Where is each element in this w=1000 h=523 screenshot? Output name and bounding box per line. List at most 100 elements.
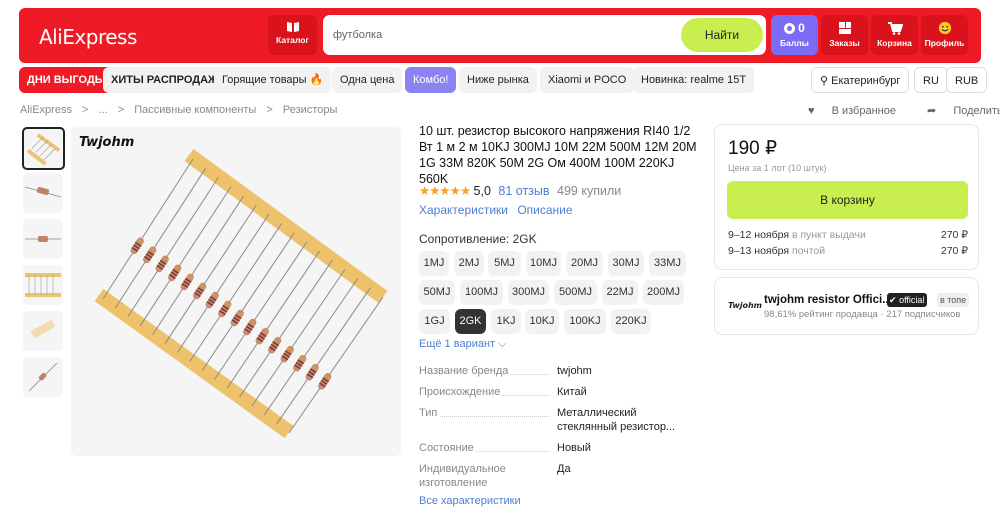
- variant-option[interactable]: 220KJ: [611, 309, 651, 334]
- delivery-method: в пункт выдачи: [791, 229, 866, 241]
- variant-option[interactable]: 1MJ: [419, 251, 449, 276]
- resistor-body: [193, 282, 207, 300]
- smiley-profile-icon: [938, 21, 951, 35]
- nav-chip-xiaomi[interactable]: Xiaomi и POCO: [540, 67, 635, 93]
- breadcrumb-item[interactable]: ...: [99, 104, 108, 116]
- spec-key: Происхождение: [419, 386, 503, 398]
- resistor-body: [130, 237, 144, 255]
- delivery-option[interactable]: 9–12 ноября в пункт выдачи 270 ₽: [728, 229, 968, 241]
- spec-value: Металлический стеклянный резистор...: [557, 407, 676, 433]
- seller-name[interactable]: twjohm resistor Offici...: [764, 294, 892, 306]
- gallery-thumb[interactable]: [23, 173, 63, 213]
- variant-option[interactable]: 33MJ: [649, 251, 686, 276]
- official-badge: ✔ official: [887, 293, 928, 307]
- resistor-body: [218, 300, 232, 318]
- resistor-body: [180, 273, 194, 291]
- tab-specs[interactable]: Характеристики: [419, 203, 508, 217]
- resistor-lead: [189, 223, 283, 362]
- reviews-link[interactable]: 81 отзыв: [498, 184, 549, 198]
- search-button[interactable]: Найти: [681, 18, 763, 52]
- variant-option[interactable]: 10MJ: [526, 251, 561, 276]
- search-input[interactable]: [333, 26, 663, 44]
- more-variants-link[interactable]: Ещё 1 вариант ⌵: [419, 338, 506, 351]
- breadcrumb-item[interactable]: Резисторы: [283, 104, 337, 116]
- resistor-body: [318, 373, 332, 390]
- resistor-body: [205, 291, 219, 309]
- aliexpress-logo[interactable]: AliExpress: [39, 25, 137, 49]
- orders-button[interactable]: Заказы: [821, 15, 868, 55]
- variant-option[interactable]: 1KJ: [491, 309, 521, 334]
- rating-row: ★★★★★ 5,0 81 отзыв 499 купили: [419, 183, 621, 198]
- favorite-label: В избранное: [831, 105, 896, 117]
- main-product-image[interactable]: Twjohm: [71, 127, 401, 456]
- tab-description[interactable]: Описание: [517, 203, 572, 217]
- variant-option[interactable]: 30MJ: [608, 251, 644, 276]
- variant-option[interactable]: 2GK: [455, 309, 486, 334]
- thumb-resistor-image: [25, 273, 61, 297]
- nav-chip-one-price[interactable]: Одна цена: [332, 67, 403, 93]
- variant-option[interactable]: 300MJ: [508, 280, 549, 305]
- breadcrumb-separator: >: [82, 104, 89, 116]
- resistor-lead: [102, 158, 194, 300]
- delivery-date: 9–12 ноября: [728, 229, 790, 241]
- share-label: Поделиться: [953, 105, 1000, 117]
- gallery-thumb[interactable]: [23, 357, 63, 397]
- cart-icon: [887, 22, 903, 35]
- profile-button[interactable]: Профиль: [921, 15, 968, 55]
- breadcrumb-item[interactable]: Пассивные компоненты: [134, 104, 256, 116]
- language-selector[interactable]: RU: [914, 67, 948, 93]
- nav-chip-below-market[interactable]: Ниже рынка: [459, 67, 537, 93]
- variant-option[interactable]: 22MJ: [602, 280, 638, 305]
- variant-option[interactable]: 100MJ: [460, 280, 503, 305]
- catalog-book-icon: [286, 22, 299, 32]
- resistor-body: [230, 309, 244, 327]
- resistor-body: [280, 345, 294, 363]
- delivery-option[interactable]: 9–13 ноября почтой 270 ₽: [728, 245, 968, 257]
- gallery-thumb[interactable]: [23, 219, 63, 259]
- thumb-resistor-image: [24, 186, 62, 198]
- resistor-lead: [201, 232, 295, 371]
- variant-option[interactable]: 5MJ: [488, 251, 521, 276]
- delivery-date: 9–13 ноября: [728, 245, 790, 257]
- variant-option[interactable]: 1GJ: [419, 309, 450, 334]
- currency-selector[interactable]: RUB: [946, 67, 988, 93]
- all-specs-link[interactable]: Все характеристики: [419, 495, 521, 507]
- favorite-button[interactable]: ♥ В избранное: [808, 105, 910, 117]
- tape-strip: [184, 148, 388, 304]
- seller-logo: Twjohm: [728, 301, 763, 310]
- breadcrumb-item[interactable]: AliExpress: [20, 104, 72, 116]
- nav-chip-realme[interactable]: Новинка: realme 15T: [633, 67, 755, 93]
- nav-chip-combo[interactable]: Комбо!: [405, 67, 457, 93]
- variant-option[interactable]: 20MJ: [566, 251, 603, 276]
- spec-key: Название бренда: [419, 365, 511, 377]
- seller-stats: 98,61% рейтинг продавца · 217 подписчико…: [764, 309, 961, 320]
- balls-label: Баллы: [780, 38, 809, 48]
- resistor-body: [168, 264, 182, 282]
- cart-header-button[interactable]: Корзина: [871, 15, 918, 55]
- variant-option[interactable]: 2MJ: [454, 251, 484, 276]
- gallery-thumb[interactable]: [23, 311, 63, 351]
- nav-chip-days[interactable]: ДНИ ВЫГОДЫ: [19, 67, 114, 93]
- nav-chip-hot[interactable]: Горящие товары 🔥: [214, 67, 332, 93]
- variant-option[interactable]: 50MJ: [419, 280, 455, 305]
- variant-option[interactable]: 500MJ: [554, 280, 597, 305]
- delivery-method: почтой: [791, 245, 826, 257]
- location-selector[interactable]: ⚲ Екатеринбург: [811, 67, 910, 93]
- location-pin-icon: ⚲: [820, 75, 829, 87]
- balls-button[interactable]: 0 Баллы: [771, 15, 818, 55]
- gallery-thumb[interactable]: [23, 265, 63, 305]
- seller-card[interactable]: Twjohm twjohm resistor Offici... ✔ offic…: [714, 277, 979, 335]
- catalog-button[interactable]: Каталог: [268, 15, 317, 55]
- delivery-price: 270 ₽: [940, 229, 968, 241]
- add-to-cart-button[interactable]: В корзину: [727, 181, 968, 219]
- share-button[interactable]: ➦ Поделиться: [927, 105, 1000, 117]
- cart-label: Корзина: [877, 38, 912, 48]
- spec-key: Тип: [419, 407, 440, 419]
- variant-option[interactable]: 200MJ: [643, 280, 684, 305]
- breadcrumb-separator: >: [117, 104, 125, 116]
- balls-count: 0: [798, 21, 805, 35]
- variant-option[interactable]: 10KJ: [525, 309, 559, 334]
- variant-option[interactable]: 100KJ: [564, 309, 606, 334]
- spec-value: twjohm: [557, 365, 592, 377]
- gallery-thumb[interactable]: [22, 127, 65, 170]
